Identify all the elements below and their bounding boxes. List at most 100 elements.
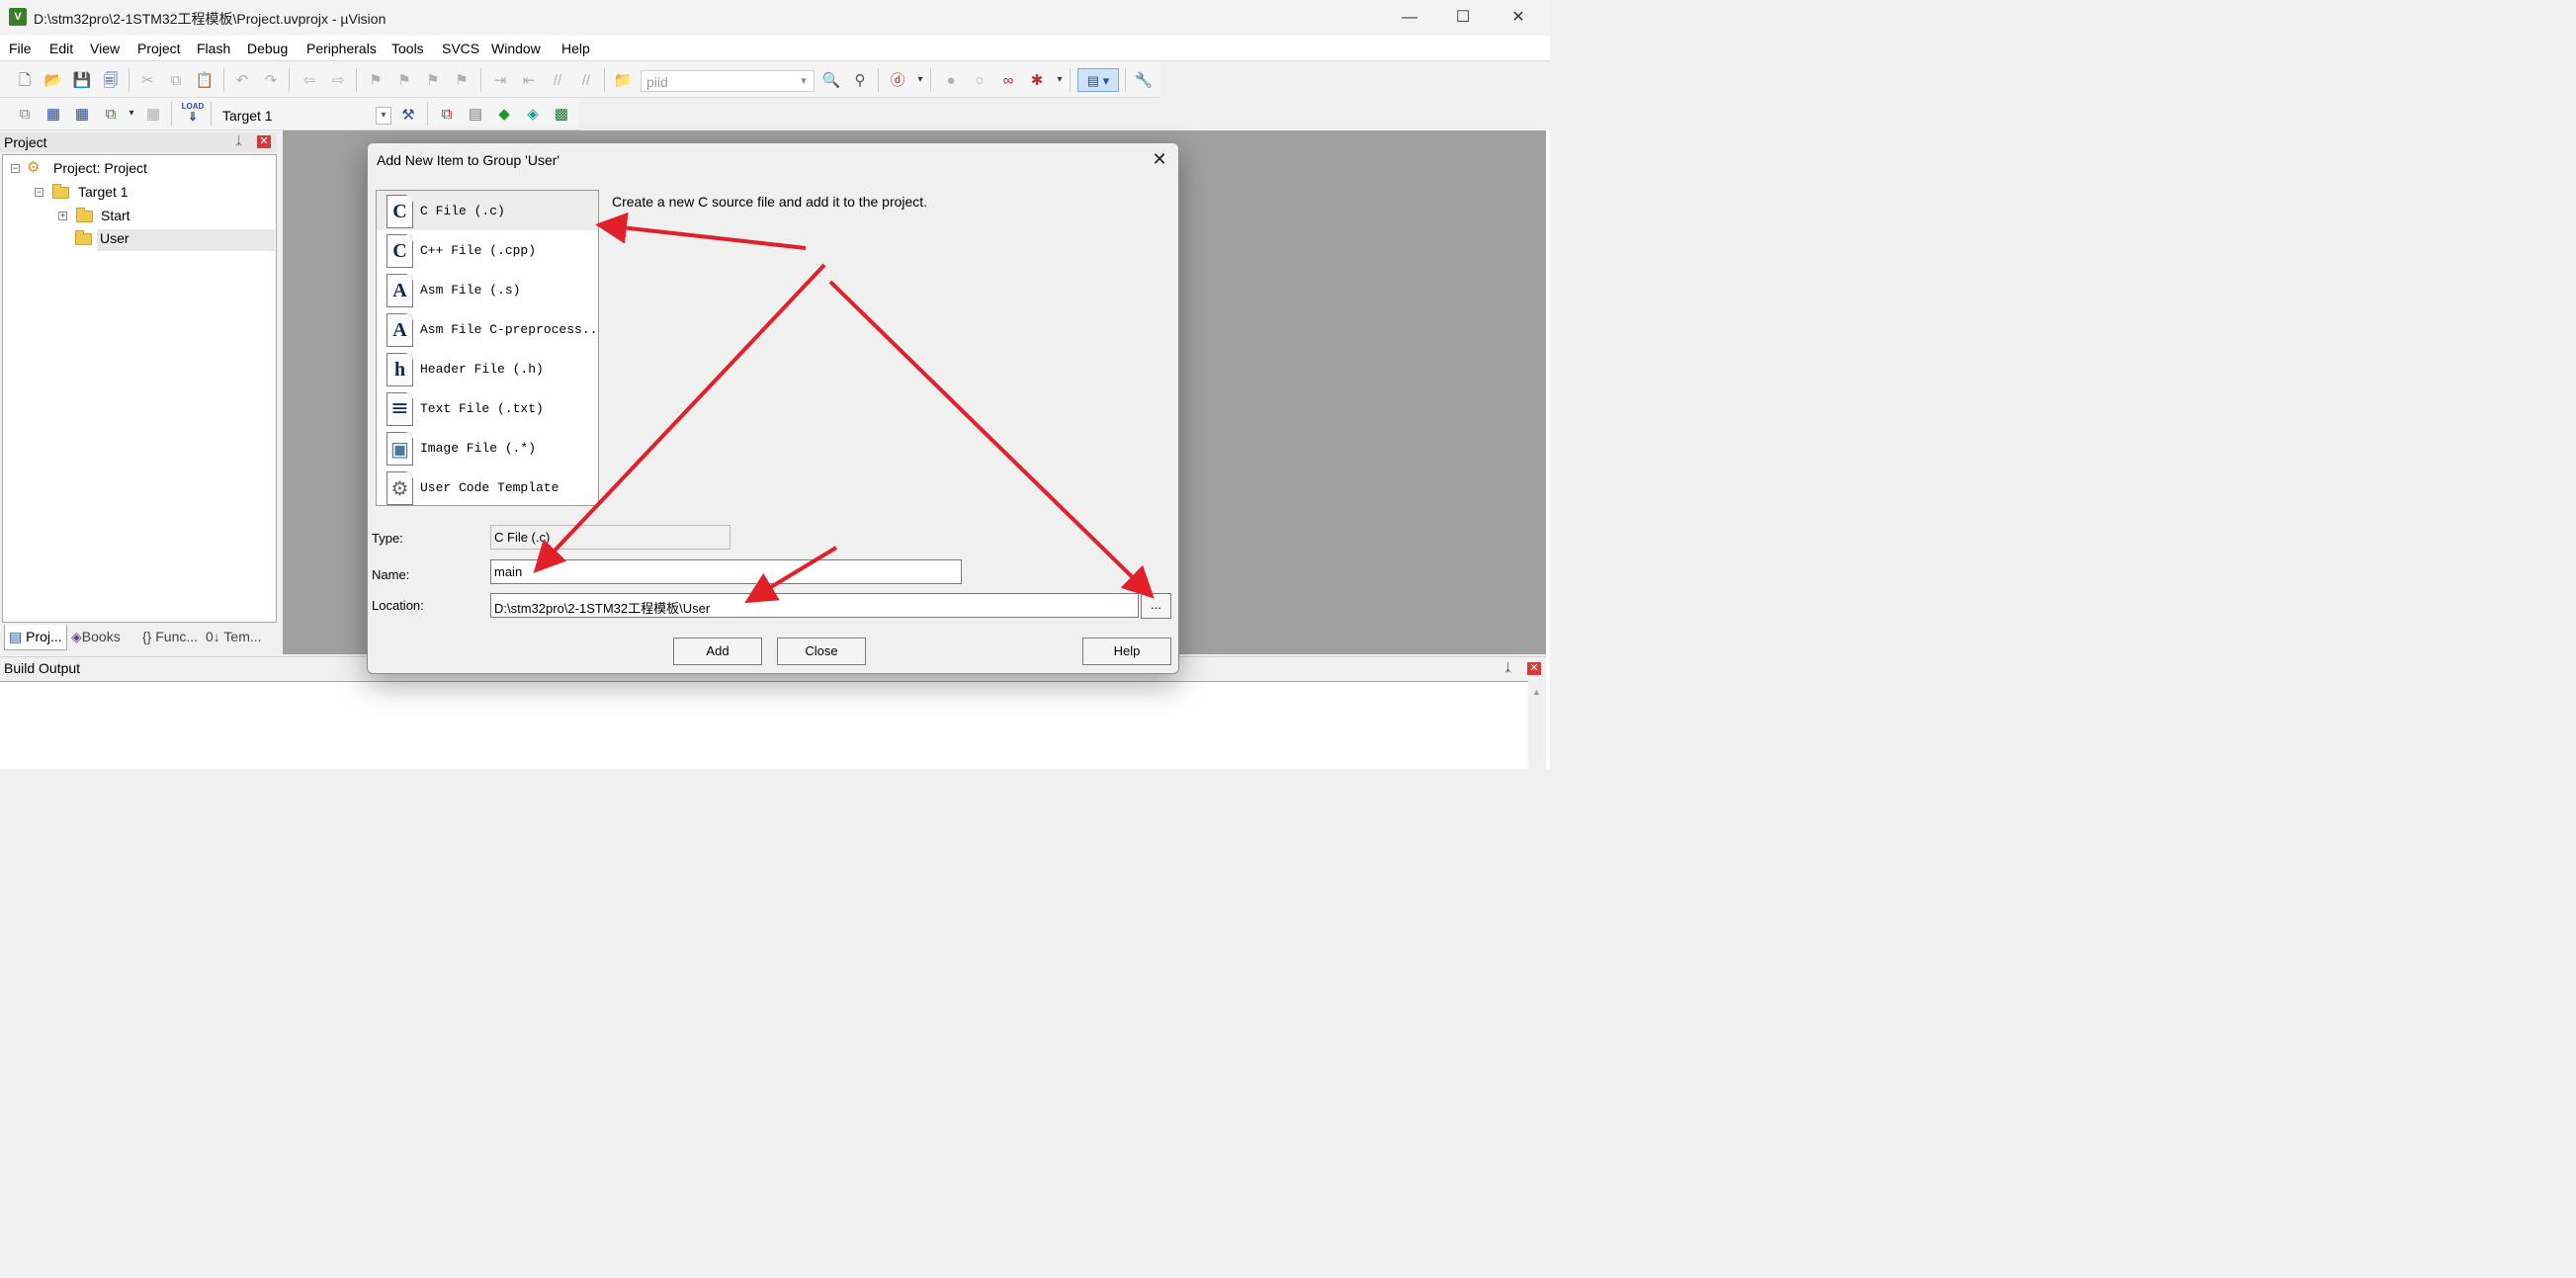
close-icon[interactable]: ✕ xyxy=(257,135,271,148)
list-item-c-file[interactable]: C C File (.c) xyxy=(377,191,598,230)
save-icon[interactable]: 💾 xyxy=(71,69,93,91)
menu-window[interactable]: Window xyxy=(491,41,541,56)
debug-session-icon[interactable]: ⓓ xyxy=(887,69,908,91)
menu-file[interactable]: File xyxy=(9,41,32,56)
list-item-header-file[interactable]: h Header File (.h) xyxy=(377,349,598,388)
find-combobox[interactable]: piid ▾ xyxy=(641,70,815,92)
bookmark-toggle-icon[interactable]: ⚑ xyxy=(365,69,386,91)
tab-project[interactable]: ▤ Proj... xyxy=(4,625,67,650)
list-item-asm-file[interactable]: A Asm File (.s) xyxy=(377,270,598,309)
help-button[interactable]: Help xyxy=(1082,638,1171,665)
find-in-files-icon[interactable]: 📁 xyxy=(612,69,634,91)
bookmark-prev-icon[interactable]: ⚑ xyxy=(393,69,415,91)
find-icon[interactable]: 🔍 xyxy=(820,69,842,91)
tree-item-group-start[interactable]: Start xyxy=(101,208,130,223)
comment-icon[interactable]: // xyxy=(547,69,568,91)
manage-multi-project-icon[interactable]: ▤ xyxy=(465,103,486,125)
uncomment-icon[interactable]: // xyxy=(575,69,597,91)
add-button[interactable]: Add xyxy=(673,638,762,665)
list-item-asm-preprocess-file[interactable]: A Asm File C-preprocess... xyxy=(377,309,598,349)
nav-back-icon[interactable]: ⇦ xyxy=(299,69,320,91)
list-item-text-file[interactable]: ≡ Text File (.txt) xyxy=(377,388,598,428)
maximize-button[interactable]: ☐ xyxy=(1435,0,1491,36)
paste-icon[interactable]: 📋 xyxy=(194,69,215,91)
pin-icon[interactable]: ᛣ xyxy=(235,133,242,147)
target-select[interactable]: Target 1 ▾ xyxy=(217,104,393,128)
text-file-icon: ≡ xyxy=(386,392,413,426)
list-item-image-file[interactable]: ▣ Image File (.*) xyxy=(377,428,598,468)
tab-functions[interactable]: {} Func... xyxy=(142,625,198,650)
menu-tools[interactable]: Tools xyxy=(391,41,424,56)
breakpoint-kill-all-icon[interactable]: ✱ xyxy=(1026,69,1048,91)
menu-flash[interactable]: Flash xyxy=(197,41,230,56)
menu-project[interactable]: Project xyxy=(137,41,181,56)
minimize-button[interactable]: — xyxy=(1382,0,1437,36)
chevron-down-icon[interactable]: ▾ xyxy=(796,72,812,90)
unindent-icon[interactable]: ⇤ xyxy=(518,69,540,91)
save-all-icon[interactable]: 🗐 xyxy=(100,69,122,91)
chevron-down-icon[interactable]: ▾ xyxy=(909,69,931,91)
menu-help[interactable]: Help xyxy=(561,41,590,56)
incremental-find-icon[interactable]: ⚲ xyxy=(849,69,871,91)
target-options-icon[interactable]: ⚒ xyxy=(397,104,419,126)
tree-item-target[interactable]: Target 1 xyxy=(78,184,129,200)
download-icon[interactable]: LOAD ⇓ xyxy=(180,102,206,124)
tab-templates[interactable]: 0↓ Tem... xyxy=(206,625,262,650)
undo-icon[interactable]: ↶ xyxy=(231,69,253,91)
pin-icon[interactable]: ᛣ xyxy=(1504,660,1511,674)
batch-build-icon[interactable]: ⧉ xyxy=(100,103,122,125)
open-file-icon[interactable]: 📂 xyxy=(43,69,64,91)
tab-label: Books xyxy=(81,629,121,644)
tree-item-group-user[interactable]: User xyxy=(100,230,129,246)
chevron-down-icon[interactable]: ▾ xyxy=(121,103,142,125)
bookmark-clear-icon[interactable]: ⚑ xyxy=(451,69,472,91)
menu-peripherals[interactable]: Peripherals xyxy=(306,41,377,56)
close-button[interactable]: Close xyxy=(777,638,866,665)
name-input[interactable]: main xyxy=(490,559,962,584)
list-item-user-code-template[interactable]: ⚙ User Code Template xyxy=(377,468,598,505)
build-icon[interactable]: ▦ xyxy=(43,103,64,125)
menu-debug[interactable]: Debug xyxy=(247,41,288,56)
rebuild-icon[interactable]: ▦ xyxy=(71,103,93,125)
list-item-cpp-file[interactable]: C C++ File (.cpp) xyxy=(377,230,598,270)
build-output-text[interactable] xyxy=(0,681,1528,769)
chevron-down-icon[interactable]: ▾ xyxy=(376,107,391,125)
menu-view[interactable]: View xyxy=(90,41,120,56)
collapse-icon[interactable]: − xyxy=(35,188,43,197)
manage-rte-icon[interactable]: ◆ xyxy=(493,103,515,125)
browse-button[interactable]: ... xyxy=(1141,593,1171,619)
translate-icon[interactable]: ⧉ xyxy=(14,103,36,125)
nav-forward-icon[interactable]: ⇨ xyxy=(327,69,349,91)
close-window-button[interactable]: ✕ xyxy=(1491,0,1546,36)
chevron-down-icon[interactable]: ▾ xyxy=(1049,69,1071,91)
name-label: Name: xyxy=(372,567,410,582)
target-select-value: Target 1 xyxy=(222,108,273,124)
scroll-up-icon[interactable]: ▲ xyxy=(1532,687,1541,697)
indent-icon[interactable]: ⇥ xyxy=(489,69,511,91)
configure-icon[interactable]: 🔧 xyxy=(1133,69,1155,91)
breakpoint-icon[interactable]: ● xyxy=(940,69,962,91)
cut-icon[interactable]: ✂ xyxy=(136,69,158,91)
location-input[interactable]: D:\stm32pro\2-1STM32工程模板\User xyxy=(490,593,1139,618)
window-layout-icon[interactable]: ▤ ▾ xyxy=(1077,68,1119,92)
pack-installer-icon[interactable]: ▩ xyxy=(551,103,572,125)
breakpoint-disable-all-icon[interactable]: ∞ xyxy=(997,69,1019,91)
copy-icon[interactable]: ⧉ xyxy=(165,69,187,91)
collapse-icon[interactable]: − xyxy=(11,164,20,173)
list-item-label: Asm File C-preprocess... xyxy=(420,322,599,337)
tab-books[interactable]: ◈Books xyxy=(71,625,121,650)
expand-icon[interactable]: + xyxy=(58,212,67,220)
redo-icon[interactable]: ↷ xyxy=(260,69,282,91)
tree-item-project[interactable]: Project: Project xyxy=(53,160,147,176)
stop-build-icon[interactable]: ▦ xyxy=(142,103,164,125)
build-output-scrollbar[interactable]: ▲ xyxy=(1528,681,1546,769)
breakpoint-disable-icon[interactable]: ○ xyxy=(969,69,990,91)
menu-edit[interactable]: Edit xyxy=(49,41,73,56)
bookmark-next-icon[interactable]: ⚑ xyxy=(422,69,444,91)
new-file-icon[interactable]: 🗋 xyxy=(14,69,36,91)
dialog-close-button[interactable]: ✕ xyxy=(1147,148,1172,170)
close-icon[interactable]: ✕ xyxy=(1527,662,1541,675)
menu-svcs[interactable]: SVCS xyxy=(442,41,479,56)
manage-project-items-icon[interactable]: ⧉ xyxy=(436,103,458,125)
select-packs-icon[interactable]: ◈ xyxy=(522,103,544,125)
